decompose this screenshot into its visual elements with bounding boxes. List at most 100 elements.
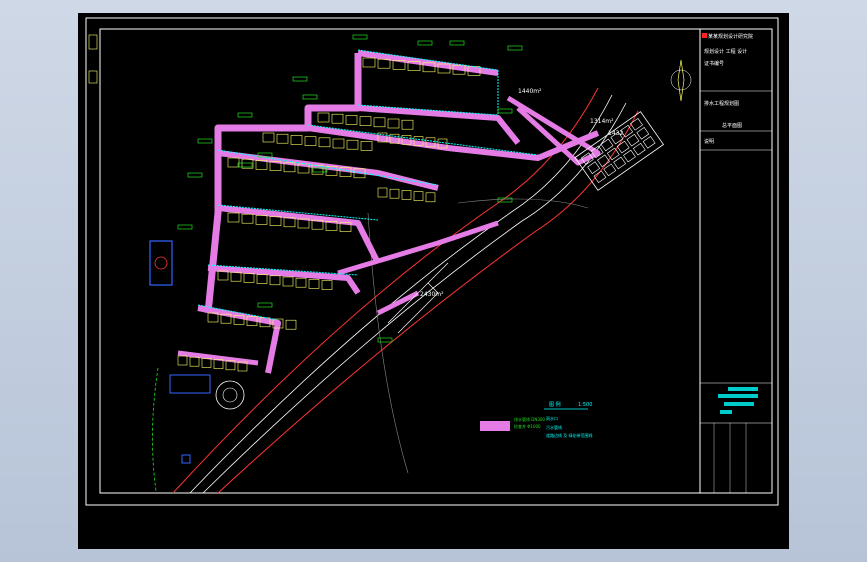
building-unit: [243, 273, 255, 283]
company-name: 某某规划设计研究院: [708, 33, 753, 40]
tag-marker: [187, 172, 203, 178]
area-label-1314: 1314m²: [590, 118, 614, 125]
roundabout-icon: [215, 380, 245, 410]
legend-item-3: 雨水口: [546, 415, 558, 421]
outer-frame: [85, 17, 779, 506]
building-unit: [389, 188, 400, 199]
facility-box: [169, 374, 211, 394]
parking-cell: [613, 156, 627, 170]
building-unit: [201, 358, 212, 368]
project-label: 排水工程规划图: [704, 100, 739, 107]
building-unit: [413, 191, 424, 201]
parking-cell: [587, 161, 601, 174]
parking-cell: [623, 149, 636, 163]
building-unit: [282, 276, 294, 287]
building-unit: [283, 217, 296, 228]
building-unit: [401, 190, 412, 200]
annotation-tags: [177, 34, 523, 343]
building-unit: [387, 118, 400, 129]
building-unit: [321, 280, 333, 290]
parking-lot: [574, 111, 665, 191]
title-block: 某某规划设计研究院 规划设计 工程 设计 证书编号 排水工程规划图 总平面图 说…: [699, 29, 772, 493]
binding-margin: [88, 29, 101, 493]
pipe-segment: [357, 49, 499, 71]
parking-cell: [600, 138, 614, 152]
building-unit: [256, 274, 268, 284]
company-line-3: 证书编号: [704, 60, 724, 67]
building-unit: [360, 141, 373, 151]
tag-marker: [352, 34, 368, 40]
parking-cell: [616, 140, 630, 154]
building-unit: [255, 215, 268, 225]
legend-scale: 1:500: [578, 402, 592, 408]
tag-marker: [177, 224, 193, 230]
building-unit: [269, 216, 282, 226]
tag-marker: [257, 302, 273, 308]
tag-marker: [449, 40, 465, 46]
building-unit: [425, 192, 436, 203]
building-unit: [217, 270, 229, 281]
building-unit: [304, 136, 317, 146]
tag-marker: [507, 45, 523, 51]
green-boundary: [152, 367, 159, 492]
building-unit: [345, 115, 358, 125]
building-unit: [362, 57, 376, 68]
building-unit: [331, 113, 344, 124]
tag-marker: [237, 112, 253, 118]
building-unit: [269, 275, 281, 286]
pipe-network: [197, 49, 539, 321]
building-unit: [285, 319, 297, 330]
parking-cell: [636, 127, 650, 140]
legend-item-2: 检查井 Φ1000: [514, 423, 541, 429]
area-label-1440: 1440m²: [518, 88, 542, 95]
tag-marker: [197, 138, 213, 144]
tag-marker: [417, 40, 433, 46]
north-arrow-icon: [670, 59, 692, 102]
tag-marker: [302, 94, 318, 100]
parking-cell: [603, 163, 617, 177]
building-unit: [401, 119, 414, 130]
building-unit: [290, 135, 303, 145]
sports-court: [149, 240, 173, 286]
parking-cell: [630, 118, 643, 131]
signoff-table: [713, 423, 747, 493]
legend: 图 例 1:500 排水管线 DN300 检查井 Φ1000 雨水口 污水管线 …: [480, 401, 593, 438]
building-unit: [177, 355, 188, 366]
building-unit: [227, 157, 240, 168]
area-label-2430: 2430m²: [420, 291, 444, 298]
cad-viewport[interactable]: 某某规划设计研究院 规划设计 工程 设计 证书编号 排水工程规划图 总平面图 说…: [78, 13, 789, 549]
small-structure: [181, 454, 191, 464]
building-unit: [346, 139, 359, 150]
company-line-2: 规划设计 工程 设计: [704, 48, 747, 55]
building-unit: [373, 117, 386, 128]
parking-cell: [632, 142, 646, 156]
building-unit: [295, 277, 307, 288]
building-unit: [318, 137, 331, 148]
inner-frame: [99, 28, 773, 494]
legend-cyan-block: [718, 387, 758, 414]
building-unit: [276, 133, 289, 144]
drawing-title: 总平面图: [722, 122, 742, 129]
building-unit: [377, 58, 391, 69]
pipe-segment: [217, 149, 439, 186]
building-unit: [262, 132, 275, 143]
legend-item-4: 污水管线: [546, 424, 562, 430]
tag-marker: [237, 162, 253, 168]
building-unit: [227, 212, 240, 223]
legend-title: 图 例: [549, 401, 561, 408]
building-unit: [317, 112, 330, 123]
notes-label: 说明: [704, 138, 714, 145]
parking-cell: [642, 136, 656, 149]
tag-marker: [497, 108, 513, 114]
building-unit: [377, 187, 388, 198]
legend-item-5: 道路边线 及 绿化带范围线: [546, 432, 593, 438]
drawing-canvas[interactable]: 某某规划设计研究院 规划设计 工程 设计 证书编号 排水工程规划图 总平面图 说…: [78, 13, 789, 549]
building-unit: [230, 271, 242, 282]
building-unit: [332, 138, 345, 149]
building-unit: [359, 116, 372, 126]
building-unit: [241, 213, 254, 224]
tag-marker: [292, 76, 308, 82]
building-unit: [308, 279, 320, 289]
parking-cell: [626, 133, 640, 147]
building-unit: [189, 356, 200, 367]
